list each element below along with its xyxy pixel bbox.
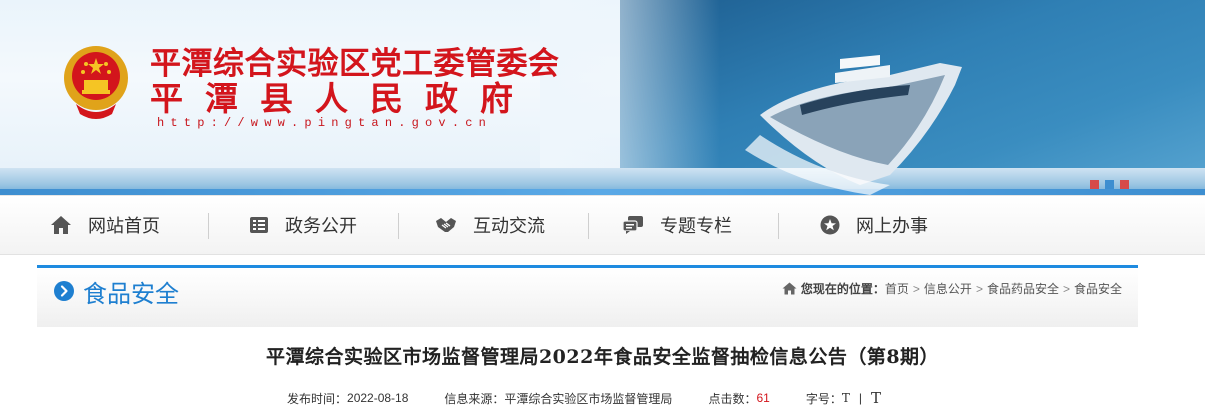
chevron-right-circle-icon <box>54 281 74 301</box>
breadcrumb-prefix: 您现在的位置： <box>800 282 885 296</box>
header-banner: 平潭综合实验区党工委管委会 平潭县人民政府 http://www.pingtan… <box>0 0 1205 195</box>
breadcrumb-separator: > <box>1062 281 1070 296</box>
nav-item-online-services[interactable]: 网上办事 <box>820 196 928 254</box>
font-size-small-button[interactable]: T <box>842 391 850 405</box>
org-name-line2: 平潭县人民政府 <box>150 79 535 118</box>
star-circle-icon <box>820 215 840 235</box>
breadcrumb-separator: > <box>975 281 983 296</box>
nav-item-label: 网站首页 <box>88 216 160 236</box>
main-nav: 网站首页 政务公开 互动交流 专题专栏 网上办事 <box>0 195 1205 255</box>
nav-item-special-topics[interactable]: 专题专栏 <box>622 196 732 254</box>
nav-item-gov-affairs[interactable]: 政务公开 <box>249 196 357 254</box>
font-size-separator: | <box>858 391 862 405</box>
hits-count: 61 <box>756 391 770 405</box>
column-title: 食品安全 <box>83 281 179 308</box>
publish-label: 发布时间： <box>287 391 348 406</box>
publish-date: 2022-08-18 <box>347 391 409 405</box>
hits-label: 点击数： <box>708 391 757 406</box>
slide-dot[interactable] <box>1090 180 1099 189</box>
breadcrumb: 您现在的位置： 首页 > 信息公开 > 食品药品安全 > 食品安全 <box>782 280 1122 297</box>
nav-item-home[interactable]: 网站首页 <box>50 196 160 254</box>
national-emblem-icon <box>64 46 128 119</box>
article-meta: 发布时间： 2022-08-18 信息来源： 平潭综合实验区市场监督管理局 点击… <box>287 389 881 407</box>
nav-item-label: 网上办事 <box>856 216 928 236</box>
font-size-large-button[interactable]: T <box>871 389 881 407</box>
font-size-label: 字号： <box>805 391 842 406</box>
column-header: 食品安全 您现在的位置： 首页 > 信息公开 > 食品药品安全 > 食品安全 <box>37 265 1138 327</box>
nav-item-label: 专题专栏 <box>660 216 732 236</box>
banner-slide-dots <box>1090 180 1129 189</box>
ferry-ship-image <box>745 55 962 195</box>
breadcrumb-link[interactable]: 食品药品安全 <box>987 280 1059 297</box>
document-list-icon <box>250 217 268 233</box>
home-icon <box>782 282 797 295</box>
breadcrumb-current[interactable]: 食品安全 <box>1074 280 1122 297</box>
home-icon <box>51 216 71 234</box>
nav-item-interaction[interactable]: 互动交流 <box>435 196 545 254</box>
chat-bubbles-icon <box>622 216 643 234</box>
article-title: 平潭综合实验区市场监督管理局2022年食品安全监督抽检信息公告（第8期） <box>265 346 940 368</box>
breadcrumb-separator: > <box>912 281 920 296</box>
nav-item-label: 互动交流 <box>473 216 545 236</box>
slide-dot[interactable] <box>1120 180 1129 189</box>
handshake-icon <box>436 218 456 232</box>
site-url: http://www.pingtan.gov.cn <box>157 116 493 130</box>
source-label: 信息来源： <box>444 391 505 406</box>
nav-item-label: 政务公开 <box>285 216 357 236</box>
breadcrumb-link[interactable]: 信息公开 <box>924 280 972 297</box>
slide-dot[interactable] <box>1105 180 1114 189</box>
breadcrumb-link[interactable]: 首页 <box>885 280 909 297</box>
source-value: 平潭综合实验区市场监督管理局 <box>504 391 673 406</box>
